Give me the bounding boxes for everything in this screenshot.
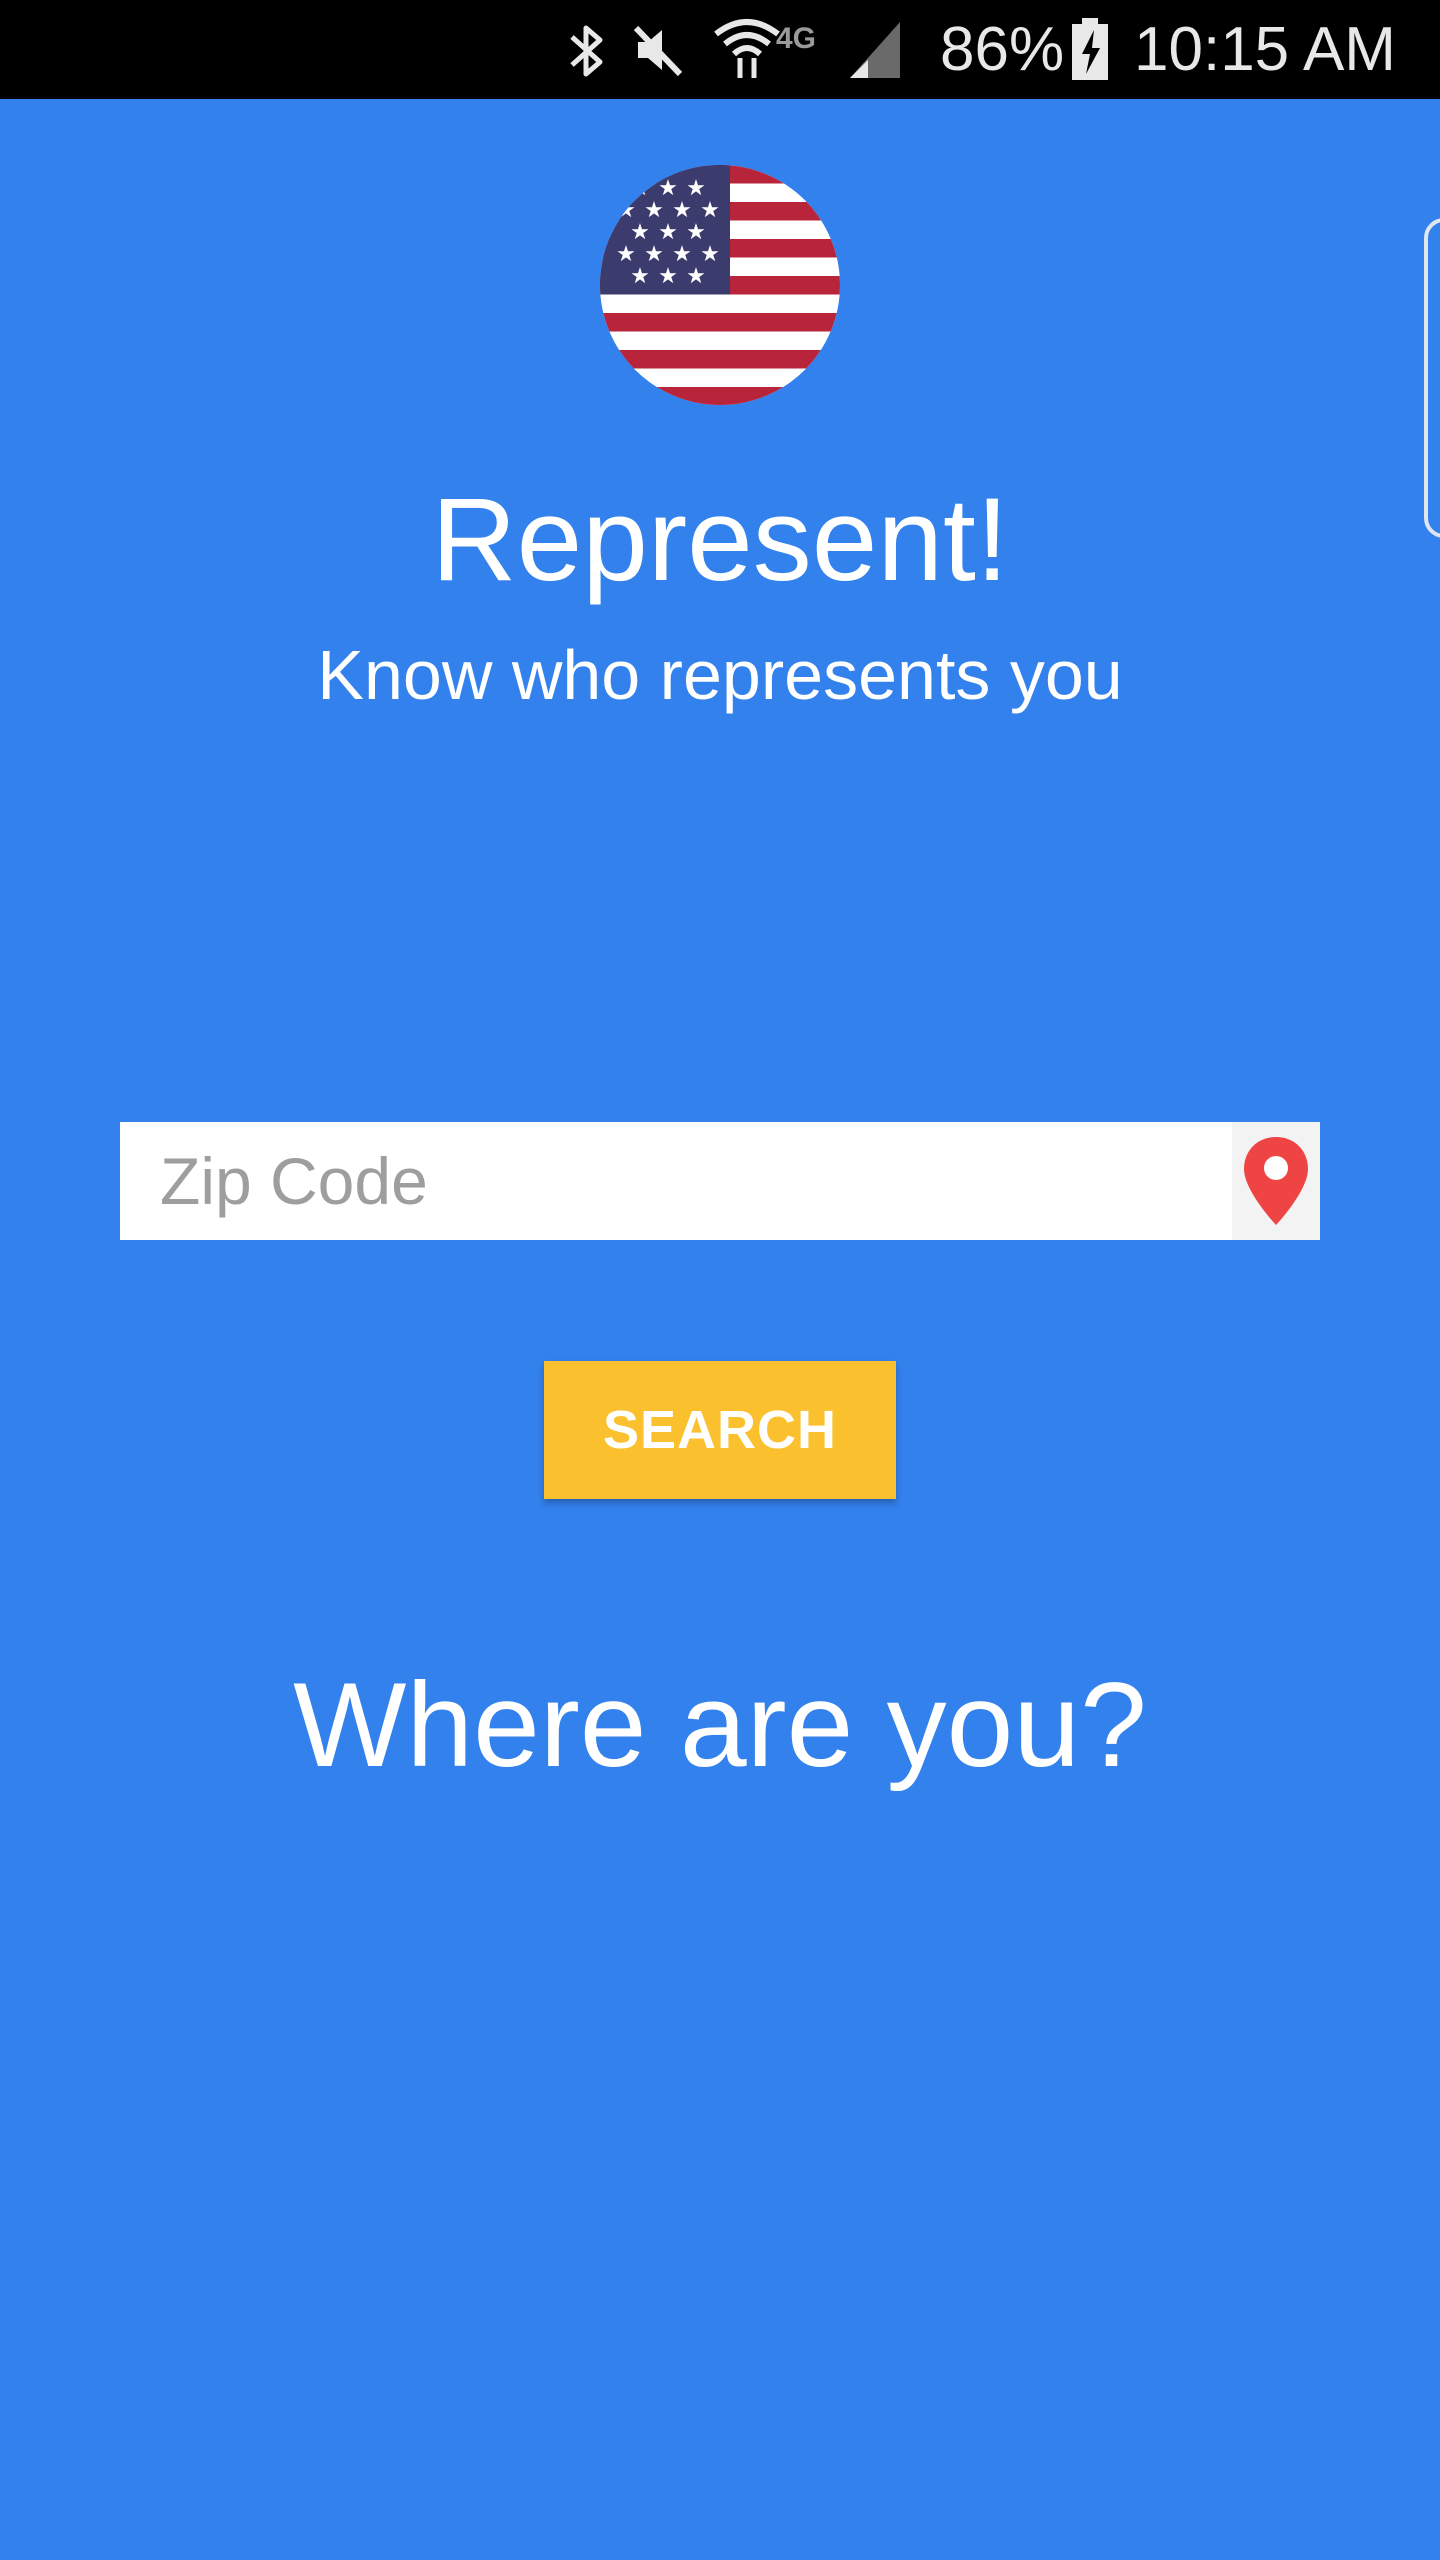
app-title: Represent! (431, 474, 1009, 606)
us-flag-icon: ★ ★ ★ ★ ★ ★ ★ ★ ★ ★ ★ ★ ★ ★ ★ ★ ★ (600, 165, 840, 405)
clock: 10:15 AM (1134, 15, 1396, 84)
wifi-icon (714, 19, 780, 78)
signal-icon (850, 22, 900, 78)
bluetooth-icon (570, 25, 603, 77)
zip-code-field (120, 1122, 1320, 1240)
network-type-label: 4G (776, 22, 817, 55)
svg-text:★: ★ (630, 264, 650, 289)
use-location-button[interactable] (1232, 1122, 1320, 1240)
svg-text:★: ★ (686, 264, 706, 289)
map-pin-icon (1244, 1137, 1308, 1225)
svg-text:★: ★ (658, 264, 678, 289)
zip-code-input[interactable] (120, 1122, 1232, 1240)
app-subtitle: Know who represents you (317, 636, 1123, 714)
status-bar: 4G 86% 10:15 AM (0, 0, 1440, 99)
search-button[interactable]: SEARCH (544, 1361, 896, 1499)
mute-icon (633, 25, 683, 77)
battery-percentage: 86% (940, 15, 1065, 84)
location-prompt: Where are you? (293, 1658, 1147, 1792)
battery-charging-icon (1072, 18, 1108, 80)
